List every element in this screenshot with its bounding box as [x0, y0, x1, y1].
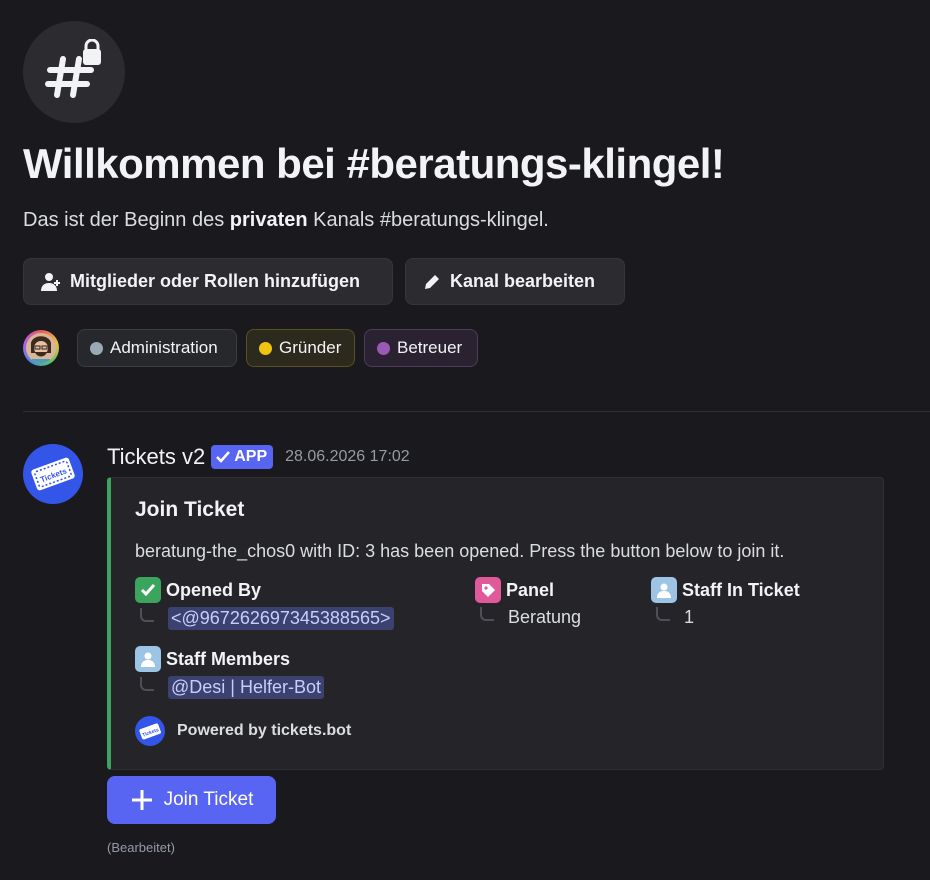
- reply-hook-icon: [140, 676, 154, 691]
- pencil-icon: [425, 274, 439, 289]
- reply-hook-icon: [140, 607, 154, 622]
- reply-hook-icon: [480, 606, 494, 621]
- field-name: Staff Members: [166, 648, 291, 669]
- footer-logo-icon: Tickets: [135, 716, 165, 746]
- app-badge: APP: [211, 445, 274, 469]
- tickets-logo-icon: Tickets: [31, 457, 75, 491]
- field-panel: Panel Beratung: [475, 577, 581, 628]
- field-value: 1: [684, 607, 695, 627]
- field-value: Beratung: [508, 607, 582, 627]
- edited-label: (Bearbeitet): [107, 840, 175, 855]
- message-header: Tickets v2 APP 28.06.2026 17:02: [107, 444, 410, 470]
- field-name: Opened By: [166, 579, 262, 600]
- edit-channel-label: Kanal bearbeiten: [450, 271, 596, 291]
- add-members-label: Mitglieder oder Rollen hinzufügen: [70, 271, 360, 291]
- add-members-button[interactable]: Mitglieder oder Rollen hinzufügen: [23, 258, 393, 305]
- role-administration[interactable]: Administration: [77, 329, 237, 367]
- role-color-dot: [90, 341, 103, 355]
- bot-avatar[interactable]: Tickets: [23, 444, 83, 504]
- green-check-icon: [135, 577, 161, 603]
- embed-title: Join Ticket: [135, 498, 245, 521]
- user-mention[interactable]: <@967262697345388565>: [168, 607, 394, 630]
- join-ticket-label: Join Ticket: [163, 789, 254, 810]
- author-name[interactable]: Tickets v2: [107, 444, 205, 470]
- channel-description: Das ist der Beginn des privaten Kanals #…: [23, 209, 549, 231]
- check-icon: [216, 451, 231, 463]
- embed: Join Ticket beratung-the_chos0 with ID: …: [107, 477, 884, 770]
- embed-footer: Tickets Powered by tickets.bot: [135, 716, 351, 746]
- role-label: Administration: [110, 338, 218, 357]
- add-member-icon: [41, 272, 60, 291]
- field-staff-members: Staff Members @Desi | Helfer-Bot: [135, 646, 324, 699]
- field-name: Panel: [506, 579, 555, 600]
- member-avatar[interactable]: [23, 330, 59, 366]
- embed-description: beratung-the_chos0 with ID: 3 has been o…: [135, 541, 785, 561]
- role-color-dot: [259, 341, 272, 355]
- role-gruender[interactable]: Gründer: [246, 329, 355, 367]
- edit-channel-button[interactable]: Kanal bearbeiten: [405, 258, 625, 305]
- staff-icon: [651, 577, 677, 603]
- page-title: Willkommen bei #beratungs-klingel!: [23, 140, 725, 187]
- footer-text: Powered by tickets.bot: [177, 722, 352, 739]
- timestamp: 28.06.2026 17:02: [285, 448, 410, 465]
- hashtag-lock-icon: [45, 39, 101, 98]
- role-mention[interactable]: @Desi | Helfer-Bot: [168, 676, 324, 699]
- field-opened-by: Opened By <@967262697345388565>: [135, 577, 394, 630]
- field-name: Staff In Ticket: [682, 579, 800, 600]
- role-color-dot: [377, 341, 390, 355]
- field-staff-in-ticket: Staff In Ticket 1: [651, 577, 800, 628]
- staff-icon: [135, 646, 161, 672]
- role-label: Gründer: [279, 338, 342, 357]
- join-ticket-button[interactable]: Join Ticket: [107, 776, 276, 824]
- channel-icon: [23, 21, 125, 123]
- role-label: Betreuer: [397, 338, 463, 357]
- plus-icon: [131, 790, 152, 810]
- role-betreuer[interactable]: Betreuer: [364, 329, 478, 367]
- divider: [23, 411, 930, 412]
- pink-tag-icon: [475, 577, 501, 603]
- reply-hook-icon: [656, 606, 670, 621]
